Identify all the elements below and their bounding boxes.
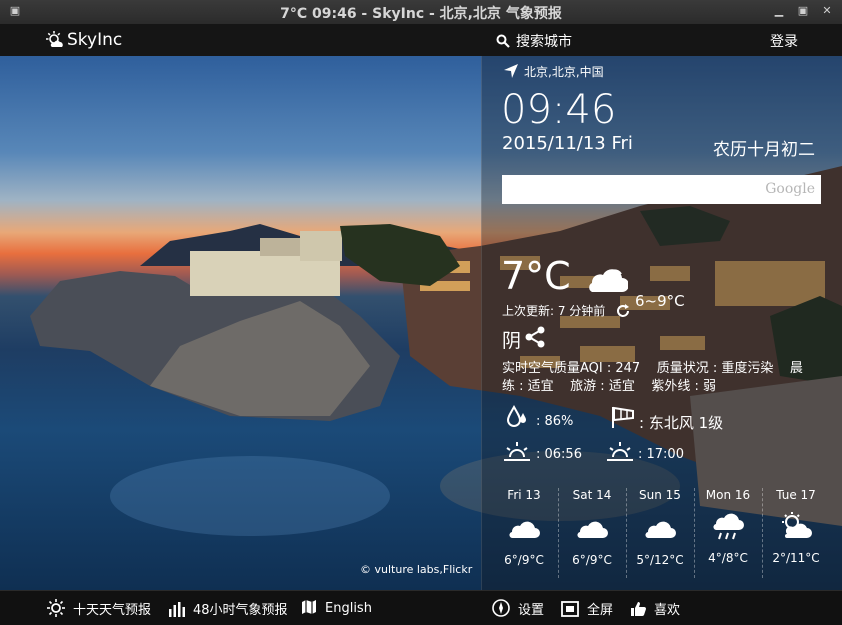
- forecast-day-label: Mon 16: [705, 488, 751, 502]
- login-link[interactable]: 登录: [770, 31, 798, 51]
- current-cloudy-icon: [584, 262, 629, 298]
- maximize-icon[interactable]: ▣: [796, 4, 810, 18]
- share-icon[interactable]: [524, 326, 546, 352]
- rain-icon: [713, 513, 744, 540]
- clock-time: 09:46: [501, 87, 617, 133]
- wind-icon: [611, 405, 637, 433]
- window-title: 7°C 09:46 - SkyInc - 北京,北京 气象预报: [280, 6, 562, 22]
- sunset-time: : 17:00: [638, 447, 684, 462]
- wind-value: : 东北风 1级: [639, 414, 724, 432]
- last-updated: 上次更新: 7 分钟前: [502, 304, 606, 318]
- window-titlebar[interactable]: ▣ 7°C 09:46 - SkyInc - 北京,北京 气象预报 ▁ ▣ ✕: [0, 0, 842, 25]
- settings-label: 设置: [518, 603, 545, 618]
- thumbs-up-icon: [631, 602, 646, 617]
- forecast-temp: 6°/9°C: [572, 553, 612, 567]
- sunset-icon: [606, 440, 634, 466]
- location-text: 北京,北京,中国: [524, 65, 604, 79]
- settings-compass-icon: [492, 599, 510, 617]
- forecast-day-label: Tue 17: [776, 488, 816, 502]
- forecast-day[interactable]: Sun 15 5°/12°C: [627, 488, 693, 567]
- fullscreen-button[interactable]: 全屏: [561, 599, 613, 618]
- top-nav: SkyInc 搜索城市 登录: [0, 25, 842, 57]
- english-label: English: [325, 601, 372, 616]
- cloudy-icon: [577, 521, 608, 539]
- forecast-day[interactable]: Fri 13 6°/9°C: [491, 488, 557, 567]
- humidity-value: : 86%: [536, 414, 574, 429]
- forecast-day[interactable]: Mon 16 4°/8°C: [695, 488, 761, 565]
- clock-date: 2015/11/13 Fri: [502, 133, 633, 154]
- cloudy-icon: [645, 521, 676, 539]
- location-row[interactable]: 北京,北京,中国: [503, 63, 604, 80]
- weather-condition: 阴: [502, 330, 522, 352]
- sunrise-icon: [503, 440, 531, 466]
- aqi-info: 实时空气质量AQI : 247 质量状况 : 重度污染 晨: [502, 361, 803, 376]
- brand-logo[interactable]: SkyInc: [46, 30, 122, 52]
- like-label: 喜欢: [654, 603, 681, 618]
- sunrise-time: : 06:56: [536, 447, 582, 462]
- lunar-date: 农历十月初二: [713, 140, 815, 160]
- search-city-label: 搜索城市: [516, 34, 572, 50]
- forecast-day-label: Fri 13: [507, 488, 541, 502]
- like-button[interactable]: 喜欢: [630, 599, 680, 618]
- forecast-temp: 6°/9°C: [504, 553, 544, 567]
- brand-name: SkyInc: [67, 30, 123, 50]
- hours48-forecast-button[interactable]: 48小时气象预报: [169, 599, 288, 618]
- sun-cloud-logo-icon: [46, 31, 63, 47]
- forecast-day[interactable]: Sat 14 6°/9°C: [559, 488, 625, 567]
- ten-day-forecast-button[interactable]: 十天天气预报: [47, 599, 151, 618]
- forecast-day[interactable]: Tue 17 2°/11°C: [763, 488, 829, 565]
- location-arrow-icon: [504, 64, 518, 78]
- english-language-button[interactable]: English: [301, 599, 372, 616]
- refresh-icon[interactable]: [615, 303, 631, 323]
- close-icon[interactable]: ✕: [820, 4, 834, 18]
- bottom-toolbar: 十天天气预报 48小时气象预报 English 设置 全屏 喜欢: [0, 590, 842, 625]
- google-watermark: Google: [765, 181, 815, 197]
- fullscreen-icon: [561, 601, 579, 617]
- sun-icon: [47, 599, 65, 617]
- photo-credit[interactable]: © vulture labs,Flickr: [360, 563, 472, 576]
- temp-range: 6~9°C: [635, 292, 685, 310]
- current-temp: 7°C: [501, 254, 571, 298]
- cloudy-icon: [509, 521, 540, 539]
- google-search-input[interactable]: Google: [502, 175, 821, 204]
- search-icon: [496, 34, 510, 48]
- partly-cloudy-icon: [782, 512, 812, 538]
- forecast-temp: 5°/12°C: [636, 553, 684, 567]
- map-icon: [302, 600, 316, 614]
- forecast-day-label: Sat 14: [572, 488, 612, 502]
- forecast-temp: 4°/8°C: [708, 551, 748, 565]
- humidity-icon: [505, 404, 529, 433]
- hours48-label: 48小时气象预报: [193, 603, 288, 618]
- minimize-icon[interactable]: ▁: [772, 4, 786, 18]
- bar-chart-icon: [169, 602, 185, 617]
- forecast-temp: 2°/11°C: [772, 551, 820, 565]
- settings-button[interactable]: 设置: [492, 599, 544, 618]
- forecast-day-label: Sun 15: [639, 488, 681, 502]
- fullscreen-label: 全屏: [587, 603, 614, 618]
- life-index-info: 练 : 适宜 旅游 : 适宜 紫外线 : 弱: [502, 379, 716, 394]
- ten-day-label: 十天天气预报: [73, 603, 152, 618]
- search-city-button[interactable]: 搜索城市: [496, 31, 572, 51]
